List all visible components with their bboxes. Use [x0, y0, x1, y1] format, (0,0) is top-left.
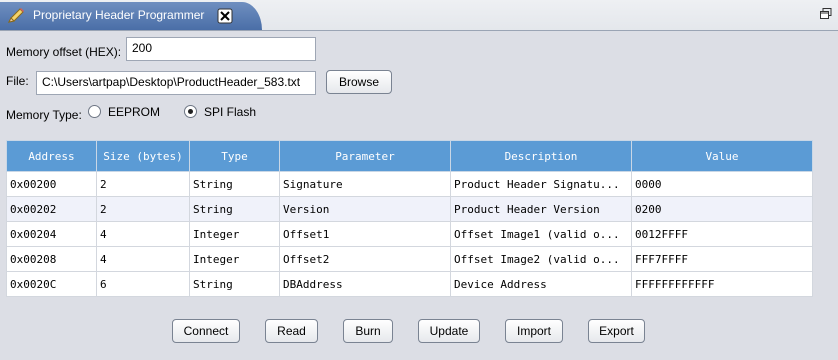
tab-bar: Proprietary Header Programmer	[0, 0, 838, 31]
file-label: File:	[6, 74, 29, 88]
cell-value[interactable]: FFFFFFFFFFFF	[631, 271, 813, 297]
column-header-type[interactable]: Type	[189, 140, 280, 172]
cell-description[interactable]: Device Address	[450, 271, 632, 297]
import-button[interactable]: Import	[505, 319, 563, 343]
cell-value[interactable]: 0200	[631, 196, 813, 222]
connect-button[interactable]: Connect	[172, 319, 240, 343]
file-path-input[interactable]: C:\Users\artpap\Desktop\ProductHeader_58…	[36, 71, 316, 95]
memory-offset-label: Memory offset (HEX):	[6, 45, 122, 59]
cell-type[interactable]: String	[189, 196, 280, 222]
radio-selected-dot	[188, 109, 193, 114]
cell-value[interactable]: 0000	[631, 171, 813, 197]
cell-size[interactable]: 4	[96, 246, 190, 272]
read-button[interactable]: Read	[265, 319, 318, 343]
cell-address[interactable]: 0x00204	[6, 221, 97, 247]
cell-value[interactable]: 0012FFFF	[631, 221, 813, 247]
memory-type-label: Memory Type:	[6, 108, 82, 122]
cell-size[interactable]: 2	[96, 171, 190, 197]
cell-parameter[interactable]: Offset2	[279, 246, 451, 272]
cell-value[interactable]: FFF7FFFF	[631, 246, 813, 272]
cell-type[interactable]: String	[189, 171, 280, 197]
cell-address[interactable]: 0x00202	[6, 196, 97, 222]
column-header-value[interactable]: Value	[631, 140, 813, 172]
cell-address[interactable]: 0x00200	[6, 171, 97, 197]
cell-description[interactable]: Offset Image1 (valid o...	[450, 221, 632, 247]
cell-size[interactable]: 6	[96, 271, 190, 297]
cell-address[interactable]: 0x00208	[6, 246, 97, 272]
tab-title: Proprietary Header Programmer	[33, 8, 205, 22]
cell-type[interactable]: String	[189, 271, 280, 297]
column-header-size[interactable]: Size (bytes)	[96, 140, 190, 172]
column-header-address[interactable]: Address	[6, 140, 97, 172]
cell-size[interactable]: 4	[96, 221, 190, 247]
restore-icon[interactable]	[820, 8, 832, 20]
cell-type[interactable]: Integer	[189, 221, 280, 247]
cell-description[interactable]: Product Header Version	[450, 196, 632, 222]
table-row[interactable]: 0x0020C 6 String DBAddress Device Addres…	[6, 271, 813, 297]
table-row[interactable]: 0x00202 2 String Version Product Header …	[6, 196, 813, 222]
column-header-parameter[interactable]: Parameter	[279, 140, 451, 172]
close-icon[interactable]	[217, 8, 233, 24]
cell-parameter[interactable]: Signature	[279, 171, 451, 197]
main-panel: Memory offset (HEX): 200 File: C:\Users\…	[0, 31, 838, 360]
cell-address[interactable]: 0x0020C	[6, 271, 97, 297]
cell-parameter[interactable]: DBAddress	[279, 271, 451, 297]
table-header-row: Address Size (bytes) Type Parameter Desc…	[6, 140, 813, 172]
cell-size[interactable]: 2	[96, 196, 190, 222]
memory-offset-input[interactable]: 200	[126, 37, 316, 61]
eeprom-radio-label: EEPROM	[108, 105, 161, 119]
tab-proprietary-header-programmer[interactable]: Proprietary Header Programmer	[0, 2, 262, 30]
browse-button[interactable]: Browse	[326, 70, 392, 94]
header-parameters-table: Address Size (bytes) Type Parameter Desc…	[6, 140, 813, 297]
table-row[interactable]: 0x00204 4 Integer Offset1 Offset Image1 …	[6, 221, 813, 247]
table-row[interactable]: 0x00200 2 String Signature Product Heade…	[6, 171, 813, 197]
cell-type[interactable]: Integer	[189, 246, 280, 272]
eeprom-radio[interactable]	[88, 105, 101, 118]
spi-flash-radio[interactable]	[184, 105, 197, 118]
export-button[interactable]: Export	[588, 319, 645, 343]
column-header-description[interactable]: Description	[450, 140, 632, 172]
burn-button[interactable]: Burn	[343, 319, 393, 343]
cell-description[interactable]: Offset Image2 (valid o...	[450, 246, 632, 272]
spi-flash-radio-label: SPI Flash	[204, 105, 257, 119]
pencil-icon	[6, 7, 26, 25]
cell-parameter[interactable]: Version	[279, 196, 451, 222]
update-button[interactable]: Update	[418, 319, 480, 343]
table-row[interactable]: 0x00208 4 Integer Offset2 Offset Image2 …	[6, 246, 813, 272]
cell-parameter[interactable]: Offset1	[279, 221, 451, 247]
cell-description[interactable]: Product Header Signatu...	[450, 171, 632, 197]
